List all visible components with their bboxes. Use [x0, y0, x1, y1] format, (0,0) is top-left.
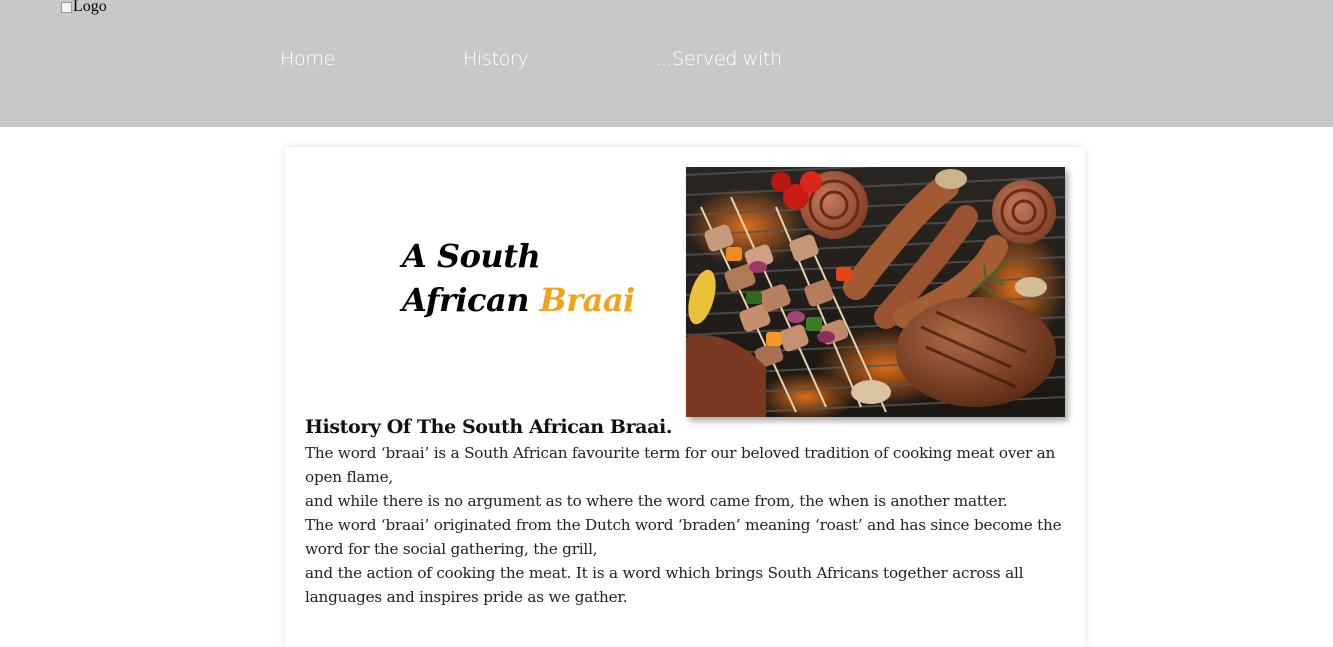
history-paragraph: and while there is no argument as to whe… [305, 492, 1008, 510]
grilled-meat-image [686, 167, 1065, 417]
history-body: The word ‘braai’ is a South African favo… [305, 441, 1075, 609]
site-header: Logo Home History ...Served with [0, 0, 1333, 127]
hero-title-accent: Braai [539, 281, 636, 319]
broken-image-icon [60, 1, 72, 13]
content-card: A South African Braai History Of The Sou… [285, 147, 1085, 647]
history-paragraph: The word ‘braai’ originated from the Dut… [305, 516, 1062, 558]
history-paragraph: The word ‘braai’ is a South African favo… [305, 444, 1056, 486]
braai-photo [686, 167, 1065, 417]
logo[interactable]: Logo [60, 0, 107, 15]
nav-history-link[interactable]: History [463, 48, 529, 70]
hero-title-line2: African [402, 281, 540, 319]
history-heading: History Of The South African Braai. [305, 416, 673, 438]
hero-title: A South African Braai [402, 234, 635, 322]
nav-home-link[interactable]: Home [280, 48, 335, 70]
history-paragraph: and the action of cooking the meat. It i… [305, 564, 1024, 606]
logo-alt-text: Logo [73, 0, 107, 15]
hero-title-line1: A South [402, 237, 541, 275]
nav-served-with-link[interactable]: ...Served with [655, 48, 782, 70]
